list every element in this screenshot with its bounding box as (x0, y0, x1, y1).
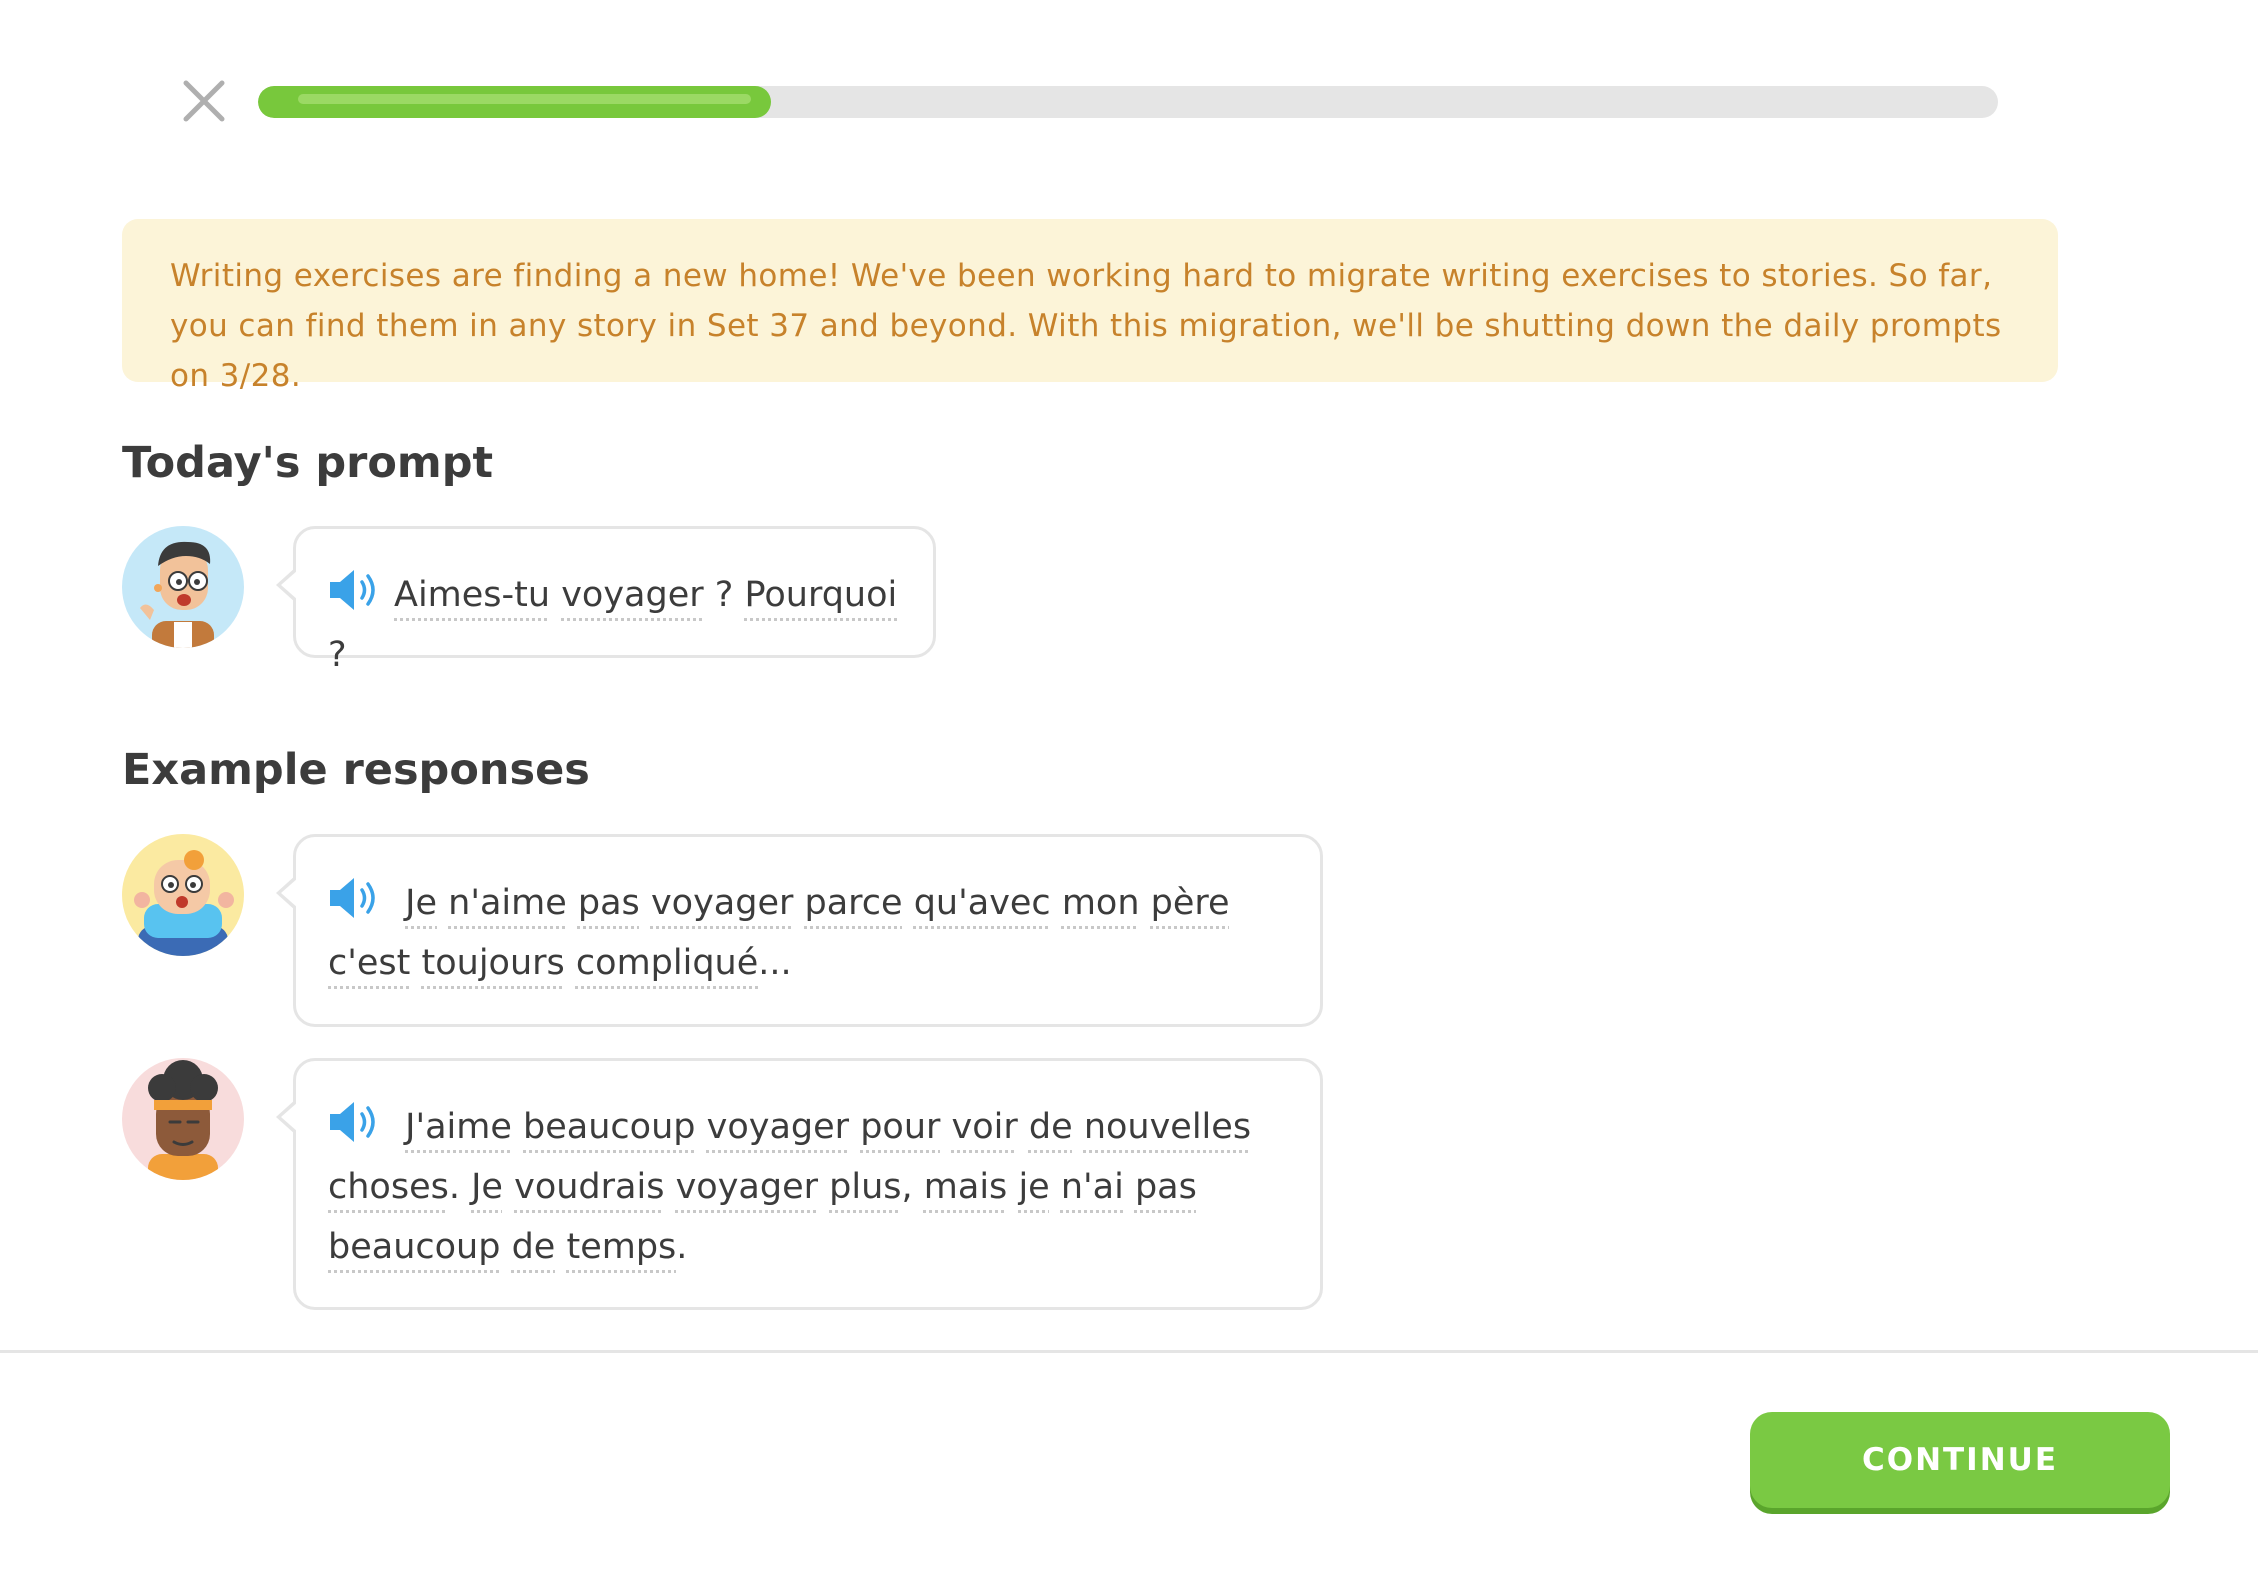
word-hint[interactable]: parce (805, 883, 903, 923)
word-hint[interactable]: mon (1062, 883, 1140, 923)
punctuation (1051, 883, 1062, 923)
speaker-icon[interactable] (328, 568, 380, 612)
word-hint[interactable]: J'aime (405, 1107, 512, 1147)
word-hint[interactable]: n'aime (448, 883, 567, 923)
word-hint[interactable]: de (512, 1227, 556, 1267)
example-response-text: J'aime beaucoup voyager pour voir de nou… (328, 1097, 1288, 1277)
word-hint[interactable]: c'est (328, 943, 410, 983)
word-hint[interactable]: voir (952, 1107, 1018, 1147)
punctuation: , (901, 1167, 924, 1207)
word-hint[interactable]: voyager (707, 1107, 849, 1147)
punctuation (567, 883, 578, 923)
word-hint[interactable]: je (1018, 1167, 1049, 1207)
word-hint[interactable]: pas (1135, 1167, 1197, 1207)
word-hint[interactable]: compliqué (576, 943, 758, 983)
migration-notice-text: Writing exercises are finding a new home… (170, 258, 2002, 394)
word-hint[interactable]: pour (860, 1107, 940, 1147)
example-response-bubble: J'aime beaucoup voyager pour voir de nou… (276, 1058, 1323, 1310)
punctuation (565, 943, 576, 983)
speaker-icon[interactable] (328, 1100, 380, 1144)
punctuation (555, 1227, 566, 1267)
punctuation (503, 1167, 514, 1207)
punctuation (1007, 1167, 1018, 1207)
example-responses-title: Example responses (122, 745, 590, 795)
punctuation (640, 883, 651, 923)
close-button[interactable] (183, 80, 225, 122)
punctuation (664, 1167, 675, 1207)
word-hint[interactable]: toujours (422, 943, 565, 983)
punctuation (818, 1167, 829, 1207)
word-hint[interactable]: choses (328, 1167, 449, 1207)
punctuation (695, 1107, 706, 1147)
word-hint[interactable]: voyager (561, 575, 703, 615)
footer-divider (0, 1350, 2258, 1353)
progress-bar (258, 86, 1998, 118)
punctuation: . (448, 1167, 472, 1207)
punctuation (793, 883, 804, 923)
punctuation (1018, 1107, 1029, 1147)
word-hint[interactable]: voyager (651, 883, 793, 923)
speaker-icon[interactable] (328, 876, 380, 920)
punctuation (903, 883, 914, 923)
word-hint[interactable]: Aimes-tu (394, 575, 550, 615)
punctuation (500, 1227, 511, 1267)
punctuation: ... (758, 943, 792, 983)
word-hint[interactable]: Pourquoi (744, 575, 897, 615)
word-hint[interactable]: Je (405, 883, 437, 923)
word-hint[interactable]: voudrais (514, 1167, 664, 1207)
continue-button[interactable]: CONTINUE (1750, 1412, 2170, 1508)
word-hint[interactable]: voyager (676, 1167, 818, 1207)
punctuation (437, 883, 448, 923)
punctuation (512, 1107, 523, 1147)
word-hint[interactable]: père (1151, 883, 1230, 923)
punctuation (1124, 1167, 1135, 1207)
punctuation (1140, 883, 1151, 923)
word-hint[interactable]: de (1029, 1107, 1073, 1147)
punctuation (1073, 1107, 1084, 1147)
word-hint[interactable]: qu'avec (914, 883, 1051, 923)
close-icon (183, 80, 225, 122)
migration-notice-banner: Writing exercises are finding a new home… (122, 219, 2058, 394)
word-hint[interactable]: plus (829, 1167, 901, 1207)
punctuation (1050, 1167, 1061, 1207)
word-hint[interactable]: temps (566, 1227, 676, 1267)
word-hint[interactable]: nouvelles (1084, 1107, 1251, 1147)
prompt-text: Aimes-tu voyager ? Pourquoi ? (328, 575, 898, 675)
word-hint[interactable]: n'ai (1061, 1167, 1124, 1207)
punctuation: . (676, 1227, 688, 1267)
character-avatar-woman (122, 1058, 244, 1180)
word-hint[interactable]: mais (924, 1167, 1008, 1207)
character-avatar-man (122, 526, 244, 648)
progress-bar-shine (298, 94, 752, 104)
example-response-text: Je n'aime pas voyager parce qu'avec mon … (328, 873, 1288, 993)
word-hint[interactable]: beaucoup (328, 1227, 500, 1267)
character-avatar-boy (122, 834, 244, 956)
punctuation (849, 1107, 860, 1147)
prompt-bubble: Aimes-tu voyager ? Pourquoi ? (276, 526, 936, 675)
word-hint[interactable]: pas (578, 883, 640, 923)
punctuation (410, 943, 421, 983)
punctuation (940, 1107, 951, 1147)
word-hint[interactable]: beaucoup (523, 1107, 695, 1147)
word-hint[interactable]: Je (471, 1167, 503, 1207)
todays-prompt-title: Today's prompt (122, 438, 494, 488)
example-response-bubble: Je n'aime pas voyager parce qu'avec mon … (276, 834, 1323, 1027)
